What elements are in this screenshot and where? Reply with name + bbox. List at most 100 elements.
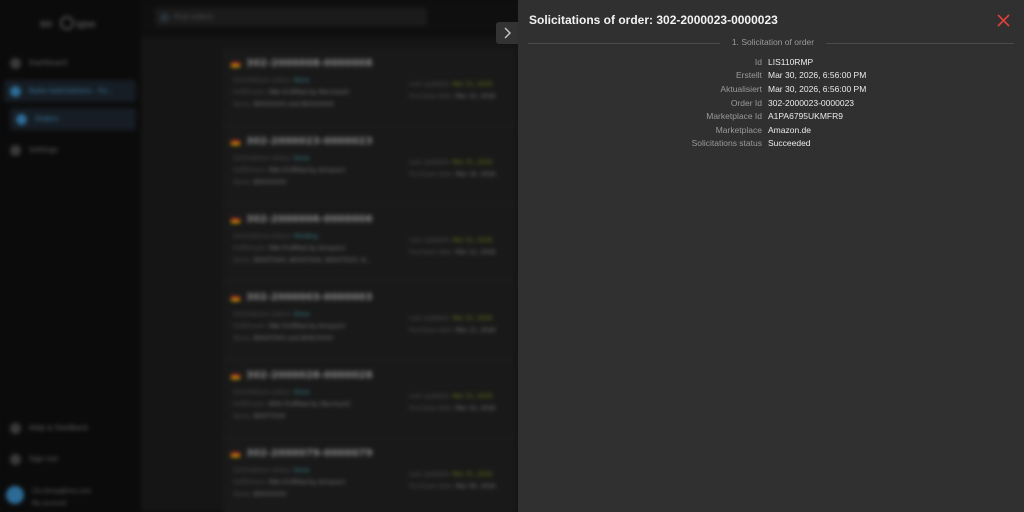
order-status-row: Solicitations status: Pending <box>233 233 318 240</box>
order-card[interactable]: 302-2000079-0000079 Solicitations status:… <box>223 438 515 512</box>
order-date-row: Purchase date: Mar 10, 2026 <box>409 405 496 412</box>
sidebar-item-label: Orders <box>35 115 59 123</box>
sidebar-item-settings[interactable]: Settings <box>4 139 136 161</box>
order-header: 302-2000003-0000003 <box>231 292 507 303</box>
status-value: Done <box>293 155 310 162</box>
sidebar-item-dashboard[interactable]: Dashboard <box>4 52 136 74</box>
sidebar-item-solicitations[interactable]: Ratio Solicitations - Fo... <box>4 80 136 102</box>
search-icon <box>161 13 168 21</box>
sidebar-item-orders[interactable]: Orders <box>10 108 136 130</box>
order-date-row: Purchase date: Mar 09, 2026 <box>409 483 496 490</box>
order-items-row: Items: B0XXXXXX and B0XXXXXX <box>233 101 334 108</box>
order-status-row: Solicitations status: None <box>233 77 309 84</box>
items-value: B0XXXXXX and B0XXXXXX <box>253 101 335 108</box>
field-value: Succeeded <box>768 138 811 149</box>
status-value: Done <box>293 467 310 474</box>
field-value: Mar 30, 2026, 6:56:00 PM <box>768 83 867 94</box>
user-text: Chr.Hirse@hiro.com My account <box>32 486 91 510</box>
flag-de-icon <box>231 294 240 301</box>
status-value: Done <box>293 311 310 318</box>
field-label: Last updated: <box>409 237 451 244</box>
date-value: Mar 10, 2026 <box>455 405 496 412</box>
fulfillment-value: FBA (Fulfilled by Amazon) <box>268 167 346 174</box>
field-key: Solicitations status <box>691 138 762 149</box>
search-input[interactable]: Find orders <box>155 8 427 26</box>
order-updated-row: Last updated: Mar 31, 2026 <box>409 471 492 478</box>
field-label: Items: <box>233 101 252 108</box>
field-value: LIS110RMP <box>768 56 814 67</box>
divider <box>826 43 1014 44</box>
divider <box>528 43 720 44</box>
order-fulfillment-row: Fulfillment: FBA (Fulfilled by Amazon) <box>233 167 345 174</box>
order-date-row: Purchase date: Mar 15, 2026 <box>409 93 496 100</box>
flag-de-icon <box>231 60 240 67</box>
field-label: Purchase date: <box>409 171 454 178</box>
drawer-collapse-button[interactable] <box>496 22 518 44</box>
detail-field: Order Id 302-2000023-0000023 <box>518 96 1024 110</box>
detail-field: Id LIS110RMP <box>518 55 1024 69</box>
field-label: Fulfillment: <box>233 167 267 174</box>
order-items-row: Items: B0XXTXXX, B0XXTXXX, B0XXTXXX, B..… <box>233 257 371 264</box>
updated-value: Mar 31, 2026 <box>452 315 493 322</box>
field-label: Last updated: <box>409 315 451 322</box>
app-root: so igne Dashboard Ratio Solicitations - F… <box>0 0 1024 512</box>
order-id: 302-2000006-0000006 <box>246 214 373 225</box>
field-label: Purchase date: <box>409 405 454 412</box>
flag-de-icon <box>231 450 240 457</box>
sidebar-item-signout[interactable]: Sign out <box>4 448 136 470</box>
field-key: Marketplace Id <box>706 111 762 122</box>
field-label: Solicitations status: <box>233 155 292 162</box>
updated-value: Mar 31, 2026 <box>452 81 493 88</box>
wrench-icon <box>10 144 21 156</box>
field-key: Aktualisiert <box>720 83 762 94</box>
search-placeholder: Find orders <box>174 13 213 21</box>
order-card[interactable]: 302-2000023-0000023 Solicitations status:… <box>223 126 515 204</box>
field-label: Items: <box>233 491 252 498</box>
detail-field: Erstellt Mar 30, 2026, 6:56:00 PM <box>518 69 1024 83</box>
box-icon <box>16 113 27 125</box>
status-value: None <box>293 77 310 84</box>
order-fulfillment-row: Fulfillment: FBA (Fulfilled by Amazon) <box>233 323 345 330</box>
user-email: Chr.Hirse@hiro.com <box>32 488 92 495</box>
items-value: B0XXTXXX and B0XCXXXX <box>253 335 334 342</box>
close-button[interactable] <box>996 13 1010 27</box>
order-id: 302-2000023-0000023 <box>246 136 373 147</box>
field-label: Last updated: <box>409 81 451 88</box>
order-header: 302-2000028-0000028 <box>231 370 507 381</box>
order-list: 302-2000008-0000008 Solicitations status:… <box>223 48 515 512</box>
field-key: Id <box>754 56 762 67</box>
order-status-row: Solicitations status: Done <box>233 155 310 162</box>
updated-value: Mar 31, 2026 <box>452 393 493 400</box>
order-card[interactable]: 302-2000006-0000006 Solicitations status:… <box>223 204 515 282</box>
items-value: B0XXXXXX <box>253 491 287 498</box>
sidebar-item-help[interactable]: Help & Feedback <box>4 417 136 439</box>
order-status-row: Solicitations status: Done <box>233 467 310 474</box>
field-label: Fulfillment: <box>233 323 267 330</box>
user-profile[interactable]: Chr.Hirse@hiro.com My account <box>6 486 91 510</box>
order-date-row: Purchase date: Mar 11, 2026 <box>409 327 496 334</box>
field-label: Items: <box>233 179 252 186</box>
order-status-row: Solicitations status: Done <box>233 311 310 318</box>
star-icon <box>10 85 21 97</box>
sidebar-item-label: Dashboard <box>29 59 67 67</box>
updated-value: Mar 31, 2026 <box>452 237 493 244</box>
order-card[interactable]: 302-2000003-0000003 Solicitations status:… <box>223 282 515 360</box>
items-value: B0XXTXXX, B0XXTXXX, B0XXTXXX, B... <box>253 257 372 264</box>
field-label: Last updated: <box>409 471 451 478</box>
status-value: Pending <box>293 233 318 240</box>
order-updated-row: Last updated: Mar 31, 2026 <box>409 81 492 88</box>
field-label: Fulfillment: <box>233 401 267 408</box>
fulfillment-value: FBA (Fulfilled by Amazon) <box>268 479 346 486</box>
order-items-row: Items: B0XXXXXX <box>233 491 286 498</box>
detail-field: Marketplace Amazon.de <box>518 123 1024 137</box>
date-value: Mar 09, 2026 <box>455 483 496 490</box>
items-value: B0XXXXXX <box>253 179 287 186</box>
sidebar-item-label: Help & Feedback <box>29 424 89 432</box>
order-card[interactable]: 302-2000008-0000008 Solicitations status:… <box>223 48 515 126</box>
order-card[interactable]: 302-2000028-0000028 Solicitations status:… <box>223 360 515 438</box>
field-label: Solicitations status: <box>233 389 292 396</box>
sidebar-item-label: Sign out <box>29 455 58 463</box>
field-label: Items: <box>233 335 252 342</box>
items-value: B0XTTXXX <box>253 413 286 420</box>
order-items-row: Items: B0XXXXXX <box>233 179 286 186</box>
